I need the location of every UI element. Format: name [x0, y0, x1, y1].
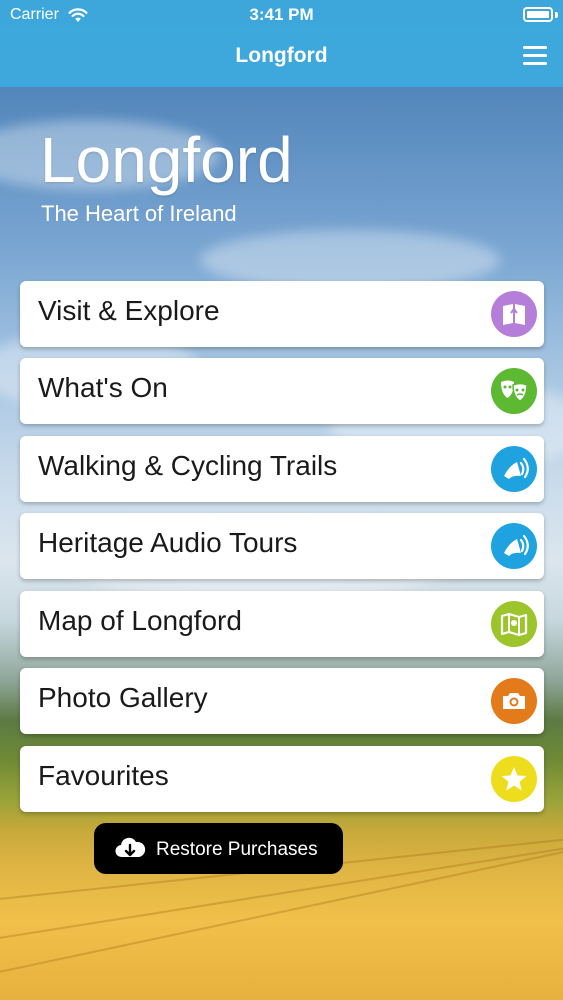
audio-icon [491, 523, 537, 569]
hero-subtitle: The Heart of Ireland [41, 201, 237, 226]
menu-item-label: Heritage Audio Tours [38, 527, 298, 558]
menu-item-photo-gallery[interactable]: Photo Gallery [20, 668, 544, 734]
menu-item-label: Walking & Cycling Trails [38, 450, 338, 481]
menu-item-map-of-longford[interactable]: Map of Longford [20, 591, 544, 657]
map-icon [491, 601, 537, 647]
menu-item-label: Visit & Explore [38, 295, 220, 326]
star-icon [491, 756, 537, 802]
menu-item-walking-cycling-trails[interactable]: Walking & Cycling Trails [20, 436, 544, 502]
audio-icon [491, 446, 537, 492]
menu-item-label: Map of Longford [38, 605, 242, 636]
menu-item-visit-explore[interactable]: Visit & Explore [20, 281, 544, 347]
hero-title: Longford [40, 124, 293, 196]
nav-title: Longford [235, 44, 328, 67]
status-bar: Carrier 3:41 PM [0, 0, 563, 32]
cloud-download-icon [115, 837, 146, 858]
battery-tip [555, 12, 558, 18]
menu-item-favourites[interactable]: Favourites [20, 746, 544, 812]
hamburger-icon[interactable] [523, 46, 547, 66]
camera-icon [491, 678, 537, 724]
menu-item-label: Photo Gallery [38, 682, 208, 713]
theatre-masks-icon [491, 368, 537, 414]
menu-item-heritage-audio-tours[interactable]: Heritage Audio Tours [20, 513, 544, 579]
restore-purchases-button[interactable]: Restore Purchases [94, 823, 343, 874]
book-icon [491, 291, 537, 337]
battery-icon [523, 7, 553, 22]
restore-purchases-label: Restore Purchases [156, 839, 318, 860]
menu-item-label: Favourites [38, 760, 169, 791]
menu-item-whats-on[interactable]: What's On [20, 358, 544, 424]
clock: 3:41 PM [249, 5, 314, 24]
menu-item-label: What's On [38, 372, 168, 403]
